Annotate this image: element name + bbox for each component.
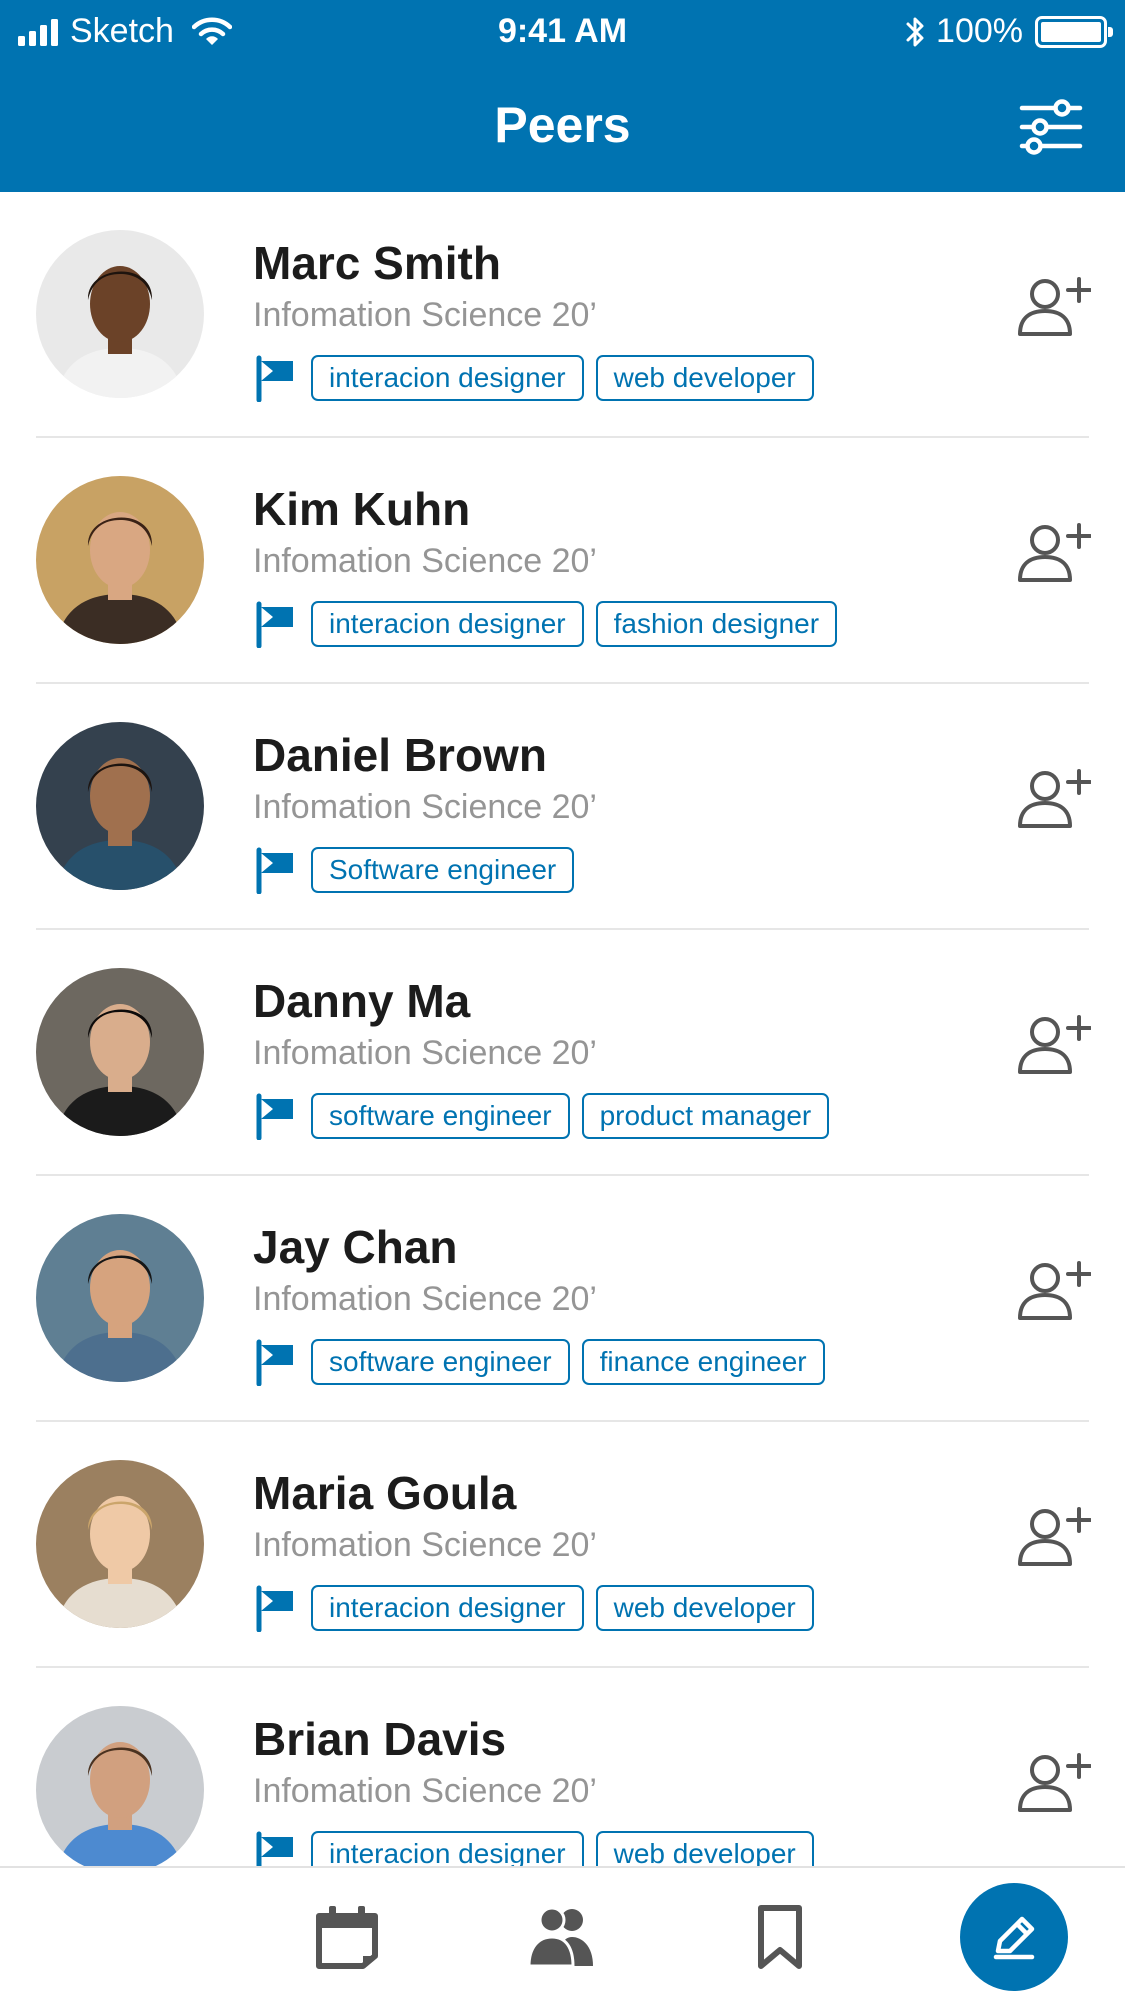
peer-tags: interacion designer web developer: [253, 354, 826, 402]
peer-name[interactable]: Maria Goula: [253, 1466, 516, 1520]
skill-tag[interactable]: interacion designer: [311, 355, 584, 401]
battery-icon: [1035, 15, 1113, 48]
tab-bookmarks[interactable]: [745, 1904, 815, 1970]
add-peer-button[interactable]: [1017, 276, 1092, 340]
peer-name[interactable]: Jay Chan: [253, 1220, 458, 1274]
skill-tag[interactable]: fashion designer: [595, 601, 838, 647]
pencil-icon: [993, 1916, 1035, 1960]
peer-tags: interacion designer web developer: [253, 1830, 826, 1866]
add-user-icon: [1018, 1753, 1092, 1812]
flag-icon: [256, 1831, 293, 1866]
add-peer-button[interactable]: [1017, 1260, 1092, 1324]
peer-row[interactable]: Jay Chan Infomation Science 20’ software…: [0, 1176, 1125, 1422]
add-peer-button[interactable]: [1017, 1752, 1092, 1816]
add-peer-button[interactable]: [1017, 522, 1092, 586]
skill-tag[interactable]: software engineer: [311, 1093, 570, 1139]
skill-tag[interactable]: product manager: [581, 1093, 830, 1139]
add-user-icon: [1018, 523, 1092, 582]
avatar[interactable]: [36, 476, 204, 644]
peer-tags: interacion designer web developer: [253, 1584, 826, 1632]
peer-row[interactable]: Marc Smith Infomation Science 20’ intera…: [0, 192, 1125, 438]
peer-row[interactable]: Danny Ma Infomation Science 20’ software…: [0, 930, 1125, 1176]
add-user-icon: [1018, 769, 1092, 828]
page-title: Peers: [494, 97, 631, 153]
add-peer-button[interactable]: [1017, 1014, 1092, 1078]
add-user-icon: [1018, 1261, 1092, 1320]
peer-program: Infomation Science 20’: [253, 1280, 597, 1318]
flag-icon: [256, 847, 293, 894]
bookmark-icon: [758, 1905, 802, 1969]
avatar[interactable]: [36, 230, 204, 398]
peer-program: Infomation Science 20’: [253, 1034, 597, 1072]
peer-name[interactable]: Daniel Brown: [253, 728, 547, 782]
skill-tag[interactable]: interacion designer: [311, 1585, 584, 1631]
add-peer-button[interactable]: [1017, 1506, 1092, 1570]
peer-row[interactable]: Brian Davis Infomation Science 20’ inter…: [0, 1668, 1125, 1866]
avatar[interactable]: [36, 722, 204, 890]
peer-program: Infomation Science 20’: [253, 296, 597, 334]
tab-peers[interactable]: [527, 1904, 597, 1970]
skill-tag[interactable]: web developer: [595, 1585, 814, 1631]
bluetooth-icon: [906, 17, 924, 46]
sliders-icon: [1019, 99, 1083, 155]
peer-row[interactable]: Kim Kuhn Infomation Science 20’ interaci…: [0, 438, 1125, 684]
peer-program: Infomation Science 20’: [253, 1526, 597, 1564]
peer-row[interactable]: Daniel Brown Infomation Science 20’ Soft…: [0, 684, 1125, 930]
flag-icon: [256, 355, 293, 402]
peer-program: Infomation Science 20’: [253, 788, 597, 826]
peer-program: Infomation Science 20’: [253, 542, 597, 580]
peer-row[interactable]: Maria Goula Infomation Science 20’ inter…: [0, 1422, 1125, 1668]
flag-icon: [256, 1585, 293, 1632]
avatar[interactable]: [36, 1706, 204, 1866]
tab-calendar[interactable]: [313, 1904, 383, 1970]
add-user-icon: [1018, 1507, 1092, 1566]
skill-tag[interactable]: web developer: [595, 1831, 814, 1866]
skill-tag[interactable]: interacion designer: [311, 1831, 584, 1866]
peers-icon: [527, 1906, 593, 1968]
flag-icon: [256, 1339, 293, 1386]
peer-tags: software engineer finance engineer: [253, 1338, 837, 1386]
skill-tag[interactable]: Software engineer: [311, 847, 575, 893]
avatar[interactable]: [36, 1214, 204, 1382]
flag-icon: [256, 601, 293, 648]
flag-icon: [256, 1093, 293, 1140]
peer-list[interactable]: Marc Smith Infomation Science 20’ intera…: [0, 192, 1125, 1866]
calendar-icon: [316, 1906, 378, 1969]
add-user-icon: [1018, 277, 1092, 336]
peer-program: Infomation Science 20’: [253, 1772, 597, 1810]
compose-button[interactable]: [960, 1883, 1068, 1991]
battery-percent: 100%: [936, 12, 1023, 50]
peer-name[interactable]: Kim Kuhn: [253, 482, 470, 536]
avatar[interactable]: [36, 1460, 204, 1628]
skill-tag[interactable]: software engineer: [311, 1339, 570, 1385]
peer-name[interactable]: Marc Smith: [253, 236, 501, 290]
add-user-icon: [1018, 1015, 1092, 1074]
filter-button[interactable]: [1018, 98, 1084, 156]
tab-bar: [0, 1866, 1125, 2001]
peer-tags: interacion designer fashion designer: [253, 600, 849, 648]
add-peer-button[interactable]: [1017, 768, 1092, 832]
status-bar: Sketch 9:41 AM 100%: [0, 0, 1125, 64]
peer-name[interactable]: Brian Davis: [253, 1712, 506, 1766]
skill-tag[interactable]: interacion designer: [311, 601, 584, 647]
peer-tags: Software engineer: [253, 846, 586, 894]
peer-tags: software engineer product manager: [253, 1092, 841, 1140]
skill-tag[interactable]: finance engineer: [581, 1339, 825, 1385]
app-header: Sketch 9:41 AM 100% Peers: [0, 0, 1125, 192]
skill-tag[interactable]: web developer: [595, 355, 814, 401]
peer-name[interactable]: Danny Ma: [253, 974, 470, 1028]
avatar[interactable]: [36, 968, 204, 1136]
